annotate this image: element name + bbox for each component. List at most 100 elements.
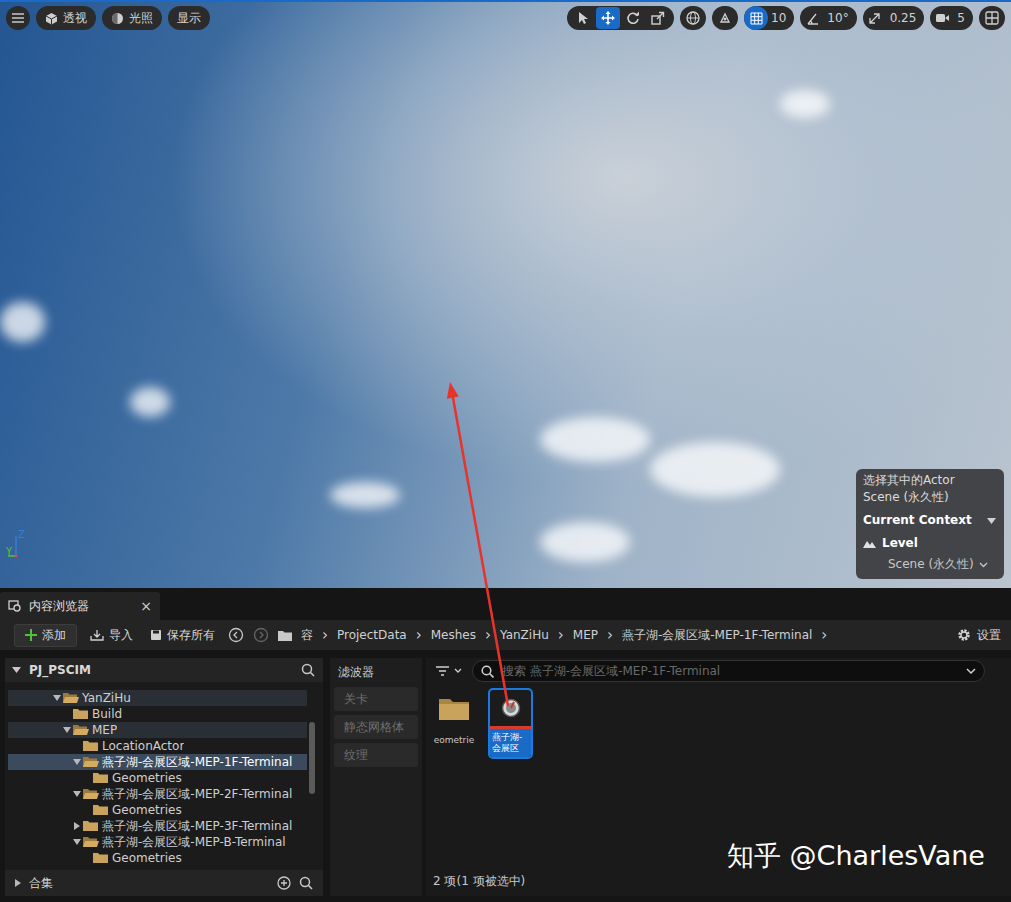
chevron-down-icon	[966, 668, 976, 675]
expanded-arrow-icon	[63, 727, 71, 733]
breadcrumb-item[interactable]: Meshes	[431, 628, 476, 642]
tree-item[interactable]: YanZiHu	[8, 690, 307, 706]
breadcrumb-item[interactable]: MEP	[573, 628, 598, 642]
unreal-editor: 透视 光照 显示 10 10° 0.25 5 ZY 选择其中的Actor Sce…	[0, 0, 1011, 902]
filter-title: 滤波器	[334, 660, 418, 683]
cloud	[130, 387, 170, 417]
folder-icon	[83, 820, 99, 832]
plus-icon	[25, 629, 37, 641]
save-all-button[interactable]: 保存所有	[146, 625, 219, 646]
viewport-mode-button[interactable]: 光照	[102, 6, 162, 30]
layout-icon	[985, 11, 999, 25]
asset-search-field[interactable]: 搜索 燕子湖-会展区域-MEP-1F-Terminal	[472, 660, 985, 682]
import-button[interactable]: 导入	[86, 625, 137, 646]
status-bar: 2 项(1 项被选中)	[426, 873, 1011, 896]
svg-text:Y: Y	[6, 546, 13, 557]
rotate-icon	[626, 11, 640, 25]
search-icon[interactable]	[301, 663, 315, 677]
level-asset-tile[interactable]: 燕子湖-会展区	[490, 690, 531, 757]
tree-item[interactable]: LocationActor	[8, 738, 307, 754]
folder-tile[interactable]: eometrie	[432, 690, 476, 745]
folder-icon	[93, 804, 109, 816]
select-tool-button[interactable]	[571, 7, 595, 29]
tree-item[interactable]: 燕子湖-会展区域-MEP-2F-Terminal	[8, 786, 307, 802]
cloud	[330, 482, 400, 508]
move-tool-button[interactable]	[596, 7, 620, 29]
folder-icon	[63, 692, 79, 704]
tab-bar: 内容浏览器 ×	[0, 588, 1011, 620]
viewport-mode-button[interactable]: 显示	[168, 6, 210, 30]
breadcrumb-item[interactable]: 容	[301, 627, 313, 644]
cloud	[0, 302, 45, 342]
tree-item[interactable]: Geometries	[8, 770, 307, 786]
breadcrumb-separator[interactable]: ›	[485, 626, 491, 644]
breadcrumb-separator[interactable]: ›	[322, 626, 328, 644]
scrollbar[interactable]	[309, 722, 315, 794]
angle-snap-control[interactable]: 10°	[800, 6, 856, 30]
expanded-arrow-icon	[73, 791, 81, 797]
import-icon	[90, 629, 104, 641]
breadcrumbs: 容 › ProjectData › Meshes › YanZiHu › MEP › 燕子…	[301, 626, 948, 644]
search-icon[interactable]	[299, 876, 313, 890]
context-header[interactable]: Current Context	[863, 512, 996, 529]
tree-header: PJ_PSCIM	[5, 658, 323, 682]
content-browser-tab[interactable]: 内容浏览器 ×	[0, 592, 160, 620]
content-browser: PJ_PSCIM YanZiHu Build MEP LocationActor…	[0, 650, 1011, 902]
source-tree-panel: PJ_PSCIM YanZiHu Build MEP LocationActor…	[5, 658, 323, 896]
settings-button[interactable]: 设置	[957, 627, 1005, 644]
tree-item[interactable]: 燕子湖-会展区域-MEP-1F-Terminal	[8, 754, 307, 770]
forward-icon[interactable]	[253, 627, 269, 643]
filter-chip[interactable]: 关卡	[334, 687, 418, 711]
caret-down-icon	[987, 518, 996, 524]
breadcrumb-separator[interactable]: ›	[607, 626, 613, 644]
level-value[interactable]: Scene (永久性)	[863, 556, 996, 573]
breadcrumb-item[interactable]: YanZiHu	[500, 628, 549, 642]
gear-icon	[957, 628, 971, 642]
filter-button[interactable]	[436, 666, 462, 676]
add-button[interactable]: 添加	[14, 624, 77, 647]
viewport-mode-button[interactable]: 透视	[36, 6, 96, 30]
scale-snap-control[interactable]: 0.25	[863, 6, 925, 30]
back-icon[interactable]	[228, 627, 244, 643]
expanded-arrow-icon	[73, 839, 81, 845]
camera-icon	[935, 12, 950, 24]
add-circle-icon[interactable]	[277, 876, 291, 890]
level-label: Level	[863, 535, 996, 552]
folder-icon	[73, 724, 89, 736]
folder-tree: YanZiHu Build MEP LocationActor 燕子湖-会展区域…	[5, 682, 323, 870]
tree-item[interactable]: MEP	[8, 722, 307, 738]
world-local-button[interactable]	[680, 6, 706, 30]
tree-item[interactable]: 燕子湖-会展区域-MEP-B-Terminal	[8, 834, 307, 850]
watermark: 知乎 @CharlesVane	[727, 838, 985, 874]
collections-header[interactable]: 合集	[5, 870, 323, 896]
tree-item[interactable]: Geometries	[8, 850, 307, 866]
layout-button[interactable]	[979, 6, 1005, 30]
camera-snap-control[interactable]: 5	[930, 6, 973, 30]
annotation-arrow	[0, 0, 1011, 902]
breadcrumb-item[interactable]: 燕子湖-会展区域-MEP-1F-Terminal	[622, 627, 812, 644]
scale-tool-button[interactable]	[646, 7, 670, 29]
breadcrumb-separator[interactable]: ›	[416, 626, 422, 644]
breadcrumb-item[interactable]: ProjectData	[337, 628, 407, 642]
globe-icon	[686, 11, 700, 25]
grid-snap-control[interactable]: 10	[744, 6, 794, 30]
close-tab-button[interactable]: ×	[140, 598, 152, 614]
asset-panel: 搜索 燕子湖-会展区域-MEP-1F-Terminal eometrie 燕子湖…	[426, 658, 1011, 896]
context-panel: 选择其中的Actor Scene (永久性) Current Context L…	[856, 469, 1004, 579]
surface-snap-button[interactable]	[712, 6, 738, 30]
filter-chip[interactable]: 纹理	[334, 743, 418, 767]
tree-item[interactable]: Geometries	[8, 802, 307, 818]
level-icon	[863, 538, 876, 549]
menu-button[interactable]	[6, 6, 30, 30]
filter-chip[interactable]: 静态网格体	[334, 715, 418, 739]
folder-icon	[83, 740, 99, 752]
tree-item[interactable]: 燕子湖-会展区域-MEP-3F-Terminal	[8, 818, 307, 834]
breadcrumb-separator[interactable]: ›	[821, 626, 827, 644]
angle-icon	[806, 12, 819, 25]
rotate-tool-button[interactable]	[621, 7, 645, 29]
tree-item[interactable]: Build	[8, 706, 307, 722]
cursor-icon	[577, 11, 589, 25]
breadcrumb-separator[interactable]: ›	[558, 626, 564, 644]
level-viewport[interactable]: 透视 光照 显示 10 10° 0.25 5 ZY 选择其中的Actor Sce…	[0, 0, 1011, 588]
chevron-down-icon	[979, 562, 988, 568]
